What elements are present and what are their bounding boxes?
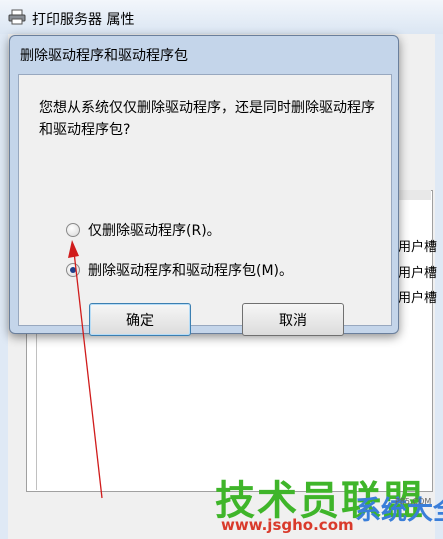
- window-title: 打印服务器 属性: [32, 12, 135, 28]
- radio-remove-driver-and-package[interactable]: [66, 263, 80, 277]
- delete-driver-dialog: 删除驱动程序和驱动程序包 您想从系统仅仅删除驱动程序，还是同时删除驱动程序和驱动…: [9, 35, 399, 336]
- watermark-small: P85.COM: [395, 497, 432, 506]
- option-label: 删除驱动程序和驱动程序包(M)。: [88, 263, 294, 279]
- printer-icon: [8, 9, 26, 25]
- option-label: 仅删除驱动程序(R)。: [88, 223, 221, 239]
- dialog-title: 删除驱动程序和驱动程序包: [20, 48, 188, 64]
- option-remove-driver-and-package[interactable]: 删除驱动程序和驱动程序包(M)。: [66, 260, 293, 280]
- dialog-content: 您想从系统仅仅删除驱动程序，还是同时删除驱动程序和驱动程序包? 仅删除驱动程序(…: [18, 74, 392, 336]
- dialog-question: 您想从系统仅仅删除驱动程序，还是同时删除驱动程序和驱动程序包?: [39, 100, 375, 138]
- cancel-button[interactable]: 取消: [242, 303, 344, 336]
- watermark-url: www.jsgho.com: [221, 516, 354, 534]
- list-item[interactable]: 用户槽: [398, 287, 437, 306]
- site-watermark: 技术员联盟 系统大全 www.jsgho.com P85.COM: [215, 468, 443, 539]
- ok-button[interactable]: 确定: [89, 303, 191, 336]
- watermark-side: 系统大全: [355, 496, 443, 526]
- window-titlebar: 打印服务器 属性: [0, 0, 443, 34]
- divider: [36, 330, 37, 490]
- list-item[interactable]: 用户槽: [398, 236, 437, 255]
- option-remove-driver-only[interactable]: 仅删除驱动程序(R)。: [66, 220, 221, 240]
- radio-remove-driver-only[interactable]: [66, 223, 80, 237]
- list-item[interactable]: 用户槽: [398, 262, 437, 281]
